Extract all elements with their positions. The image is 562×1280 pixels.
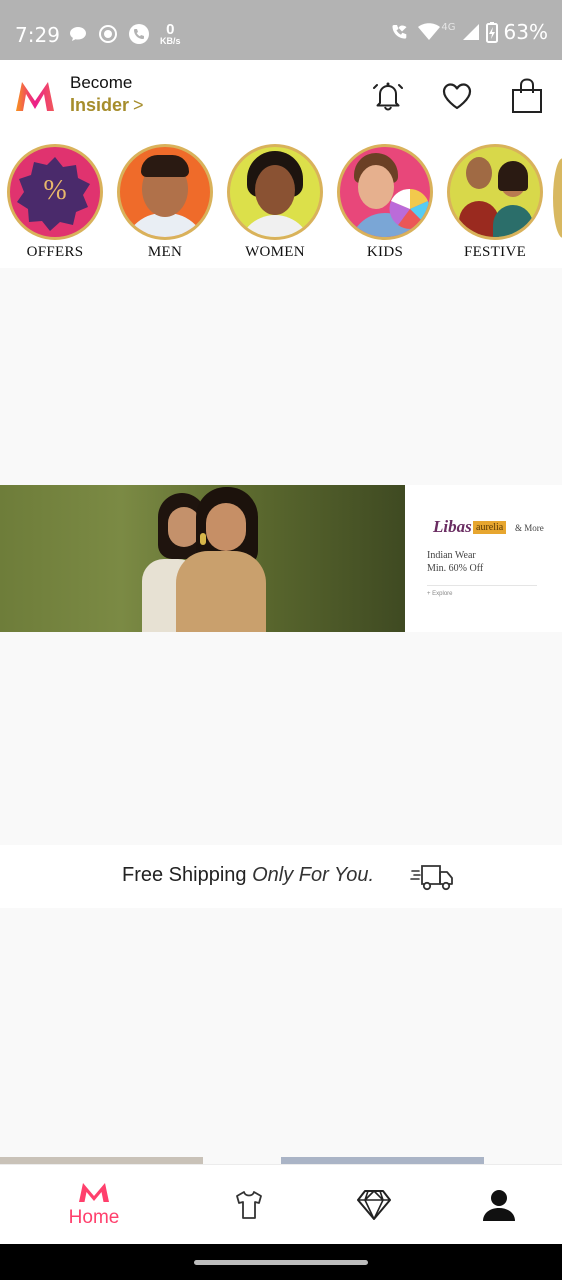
percent-icon: % [43, 175, 67, 206]
chat-bubble-icon [70, 27, 86, 41]
category-label: MEN [147, 244, 183, 260]
category-label: KIDS [366, 244, 404, 260]
category-strip: % OFFERS MEN WOMEN KIDS FESTIVE [0, 138, 562, 268]
notifications-button[interactable] [368, 76, 408, 116]
brand-libas-logo: Libas [433, 517, 472, 536]
network-speed: 0 KB/s [160, 22, 181, 46]
brand-more-text: & More [515, 523, 544, 533]
wifi-call-icon [392, 25, 407, 39]
free-shipping-strip: Free Shipping Only For You. [0, 845, 562, 908]
nav-categories[interactable] [179, 1165, 319, 1245]
myntra-home-icon [79, 1183, 109, 1202]
become-insider-link[interactable]: Become Insider > [70, 73, 144, 117]
nav-luxe[interactable] [304, 1165, 444, 1245]
nav-profile[interactable] [429, 1165, 562, 1245]
call-icon [129, 24, 149, 44]
screen-record-icon [99, 25, 117, 43]
category-festive[interactable]: FESTIVE [440, 144, 550, 261]
kids-thumbnail [337, 144, 433, 240]
promo-banner[interactable]: Libas aurelia & More Indian Wear Min. 60… [0, 485, 562, 632]
status-bar: 7:29 0 KB/s 4G 63% [0, 0, 562, 60]
nav-home-label: Home [68, 1207, 120, 1228]
app-header: Become Insider > [0, 60, 562, 138]
category-label: OFFERS [26, 244, 84, 260]
category-kids[interactable]: KIDS [330, 144, 440, 261]
delivery-truck-icon [410, 865, 453, 891]
category-men[interactable]: MEN [110, 144, 220, 261]
wishlist-button[interactable] [437, 76, 477, 116]
bell-icon [373, 82, 403, 111]
battery-level: 63% [503, 20, 548, 44]
offer-line1: Indian Wear [427, 550, 476, 561]
banner-photo [0, 485, 405, 632]
shipping-text-italic: Only For You. [252, 864, 375, 886]
shopping-bag-icon [512, 78, 542, 113]
offer-line2: Min. 60% Off [427, 563, 484, 574]
shipping-text: Free Shipping Only For You. [122, 864, 374, 887]
men-thumbnail [117, 144, 213, 240]
bag-button[interactable] [507, 76, 547, 116]
shipping-text-regular: Free Shipping [122, 864, 247, 886]
network-type: 4G [441, 21, 456, 33]
category-offers[interactable]: % OFFERS [0, 144, 110, 261]
banner-offer-panel: Libas aurelia & More Indian Wear Min. 60… [405, 485, 562, 632]
myntra-logo-icon[interactable] [14, 79, 56, 113]
home-gesture-handle[interactable] [194, 1260, 368, 1265]
insider-line2: Insider [70, 95, 130, 115]
profile-icon [483, 1190, 515, 1221]
system-gesture-bar [0, 1244, 562, 1280]
product-card-peek [0, 1157, 203, 1164]
offer-text: Indian Wear Min. 60% Off [427, 549, 483, 575]
brand-aurelia-logo: aurelia [473, 521, 507, 534]
wifi-icon [418, 23, 441, 40]
speed-value: 0 [166, 21, 175, 38]
women-thumbnail [227, 144, 323, 240]
festive-thumbnail [447, 144, 543, 240]
category-label: WOMEN [245, 244, 305, 260]
speed-unit: KB/s [160, 36, 181, 46]
heart-icon [442, 83, 472, 110]
status-time: 7:29 [15, 23, 60, 47]
category-label: FESTIVE [463, 244, 527, 260]
bottom-navigation: Home [0, 1164, 562, 1245]
nav-home[interactable]: Home [24, 1165, 164, 1245]
divider [427, 585, 537, 586]
notification-icons: 0 KB/s [68, 22, 181, 46]
explore-link[interactable]: + Explore [427, 591, 453, 597]
system-icons: 4G 63% [389, 20, 548, 44]
tshirt-icon [236, 1191, 262, 1219]
chevron-right-icon: > [133, 95, 144, 115]
diamond-icon [357, 1190, 391, 1220]
battery-charging-icon [485, 22, 498, 43]
category-next-peek [553, 158, 562, 238]
category-women[interactable]: WOMEN [220, 144, 330, 261]
signal-icon [462, 24, 479, 40]
offers-thumbnail: % [7, 144, 103, 240]
insider-line1: Become [70, 73, 133, 92]
product-card-peek [281, 1157, 484, 1164]
